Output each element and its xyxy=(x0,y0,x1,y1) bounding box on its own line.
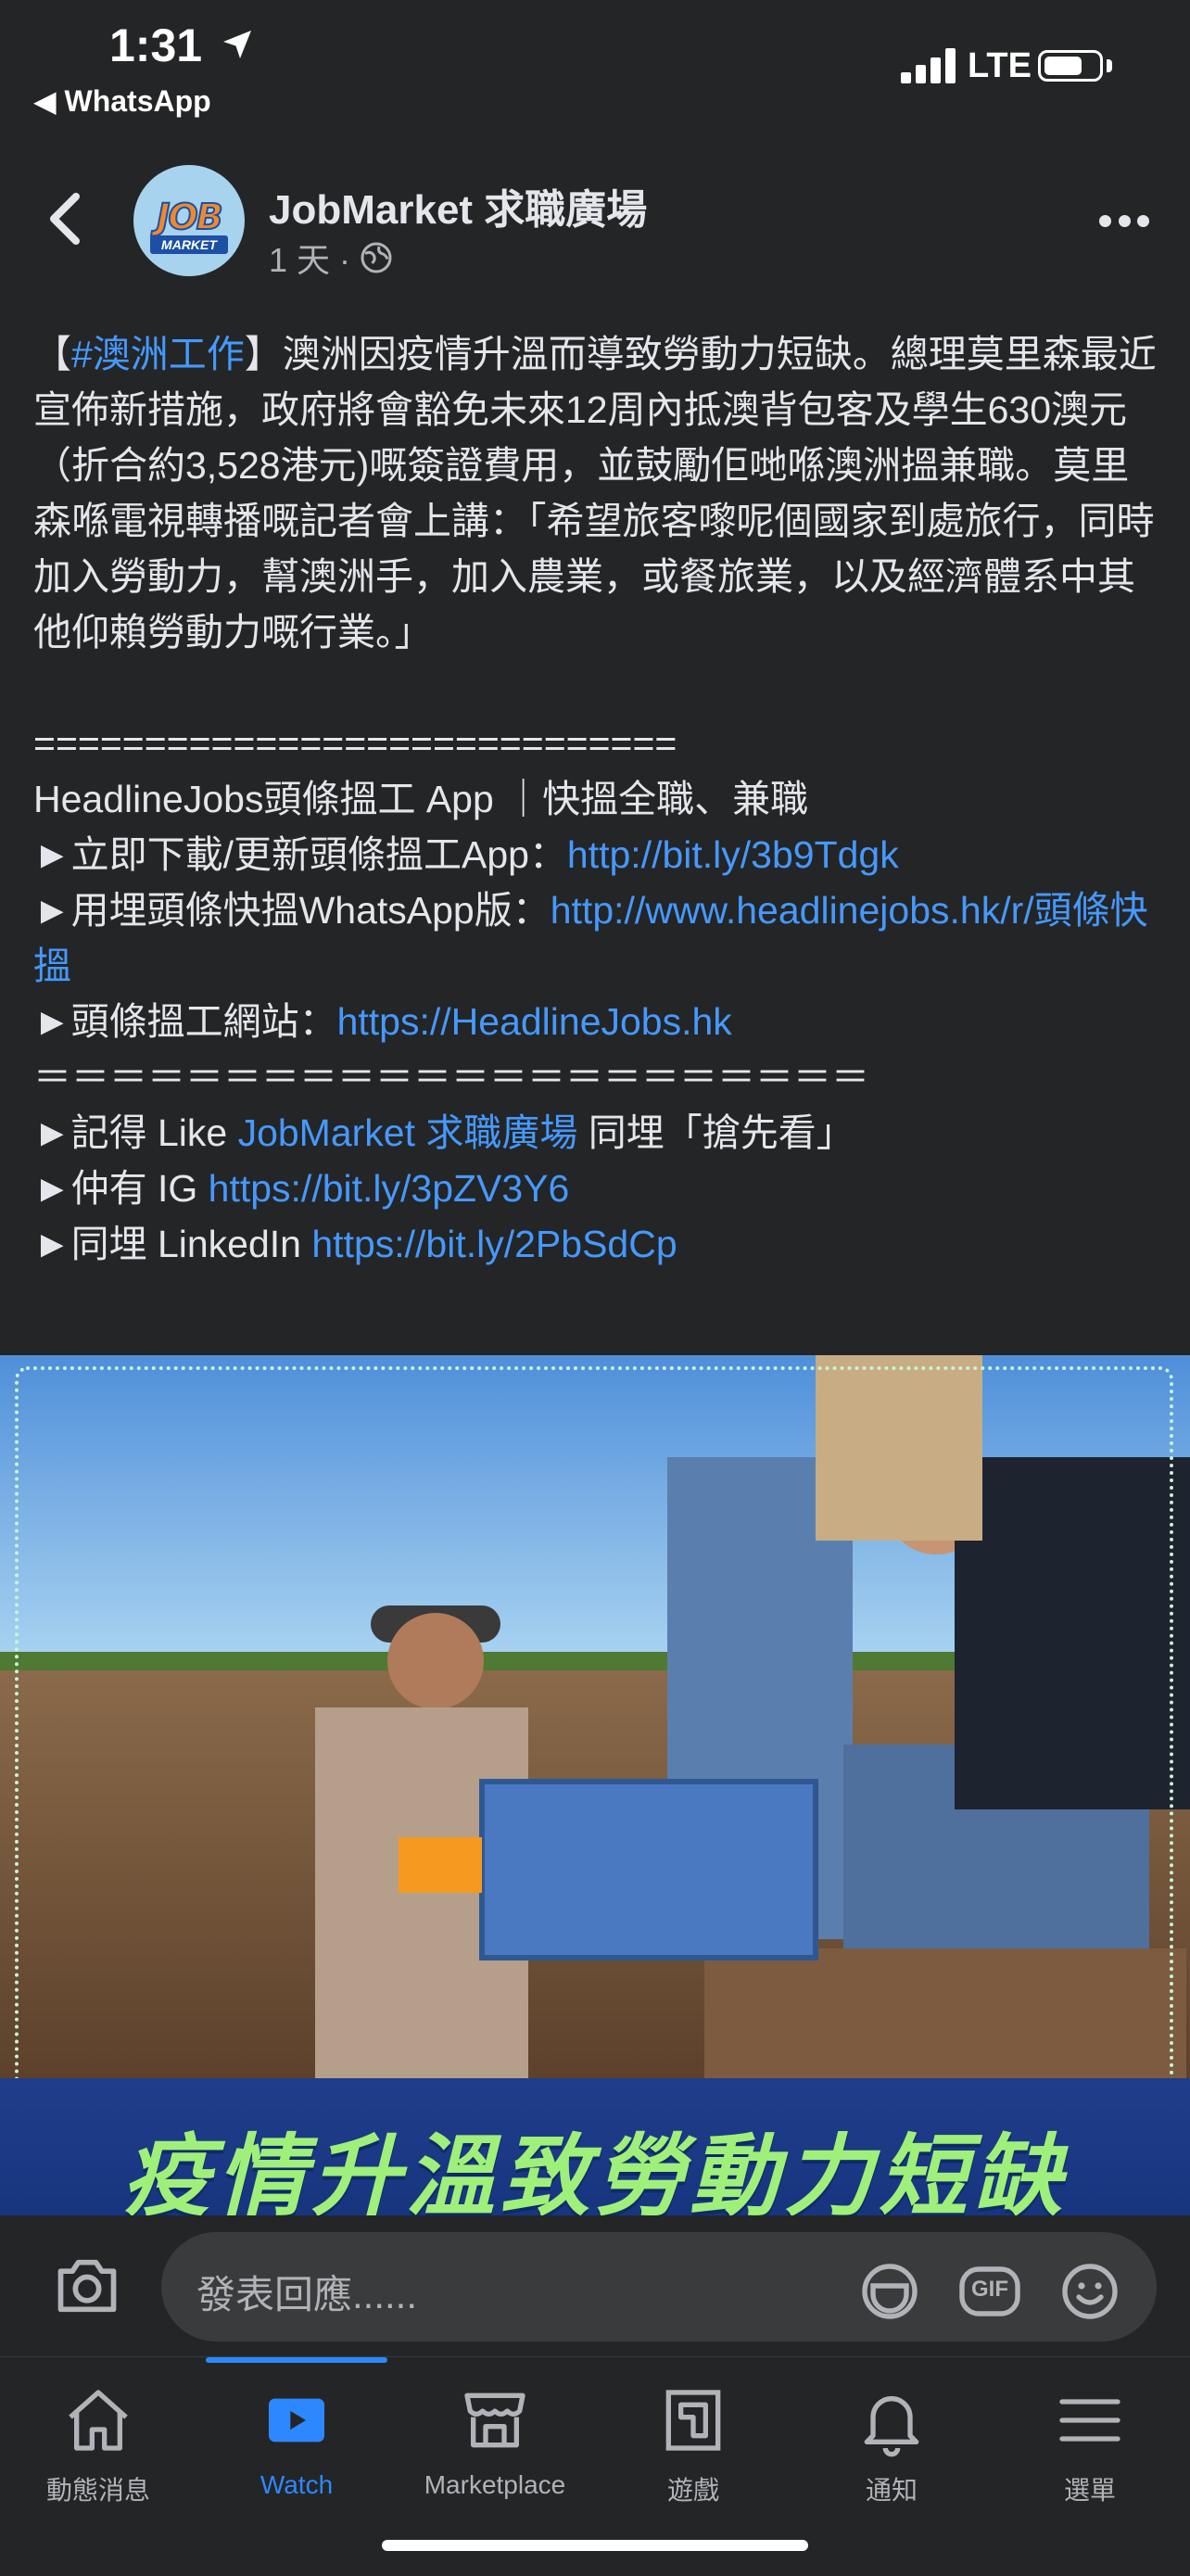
post-image[interactable]: 疫情升溫致勞動力短缺 xyxy=(0,1355,1190,2215)
list-item: ►用埋頭條快搵WhatsApp版：http://www.headlinejobs… xyxy=(33,889,1148,987)
post-paragraph: 【#澳洲工作】澳洲因疫情升溫而導致勞動力短缺。總理莫里森最近宣佈新措施，政府將會… xyxy=(33,333,1157,654)
sticker-icon[interactable] xyxy=(856,2258,923,2325)
website-link[interactable]: https://HeadlineJobs.hk xyxy=(337,1000,732,1043)
gif-label: GIF xyxy=(971,2277,1008,2302)
marketplace-icon xyxy=(464,2392,525,2448)
hashtag-link[interactable]: #澳洲工作 xyxy=(71,333,245,375)
list-item: ►仲有 IG https://bit.ly/3pZV3Y6 xyxy=(33,1167,570,1210)
image-headline: 疫情升溫致勞動力短缺 xyxy=(122,2127,1068,2215)
emoji-icon[interactable] xyxy=(1057,2258,1123,2325)
app-download-link[interactable]: http://bit.ly/3b9Tdgk xyxy=(567,833,899,876)
camera-icon[interactable] xyxy=(52,2251,122,2321)
page-mention-link[interactable]: JobMarket 求職廣場 xyxy=(238,1111,578,1154)
comment-placeholder: 發表回應...... xyxy=(196,2273,418,2316)
page-avatar[interactable]: JOB MARKET xyxy=(133,165,245,276)
avatar-logo-subtext: MARKET xyxy=(150,235,228,254)
tab-news-feed[interactable]: 動態消息 xyxy=(6,2383,191,2522)
gif-icon[interactable]: GIF xyxy=(956,2258,1023,2325)
tab-menu[interactable]: 選單 xyxy=(997,2383,1183,2522)
network-type: LTE xyxy=(968,46,1032,85)
post-body: 【#澳洲工作】澳洲因疫情升溫而導致勞動力短缺。總理莫里森最近宣佈新措施，政府將會… xyxy=(33,326,1157,1272)
list-item: ►記得 Like JobMarket 求職廣場 同埋「搶先看」 xyxy=(33,1111,855,1154)
more-options-button[interactable] xyxy=(1099,215,1149,228)
list-item: ►立即下載/更新頭條搵工App：http://bit.ly/3b9Tdgk xyxy=(33,833,899,876)
status-bar: 1:31 ◀ WhatsApp LTE xyxy=(0,0,1190,130)
location-arrow-icon xyxy=(223,31,251,58)
back-to-whatsapp[interactable]: ◀ WhatsApp xyxy=(33,83,211,119)
tab-notifications[interactable]: 通知 xyxy=(799,2383,984,2522)
status-time: 1:31 xyxy=(109,19,203,71)
post-meta: 1 天 · xyxy=(269,234,393,282)
cellular-signal-icon xyxy=(901,48,960,83)
watch-icon xyxy=(269,2398,324,2443)
separator: ============================= xyxy=(33,722,677,765)
menu-icon xyxy=(1059,2399,1120,2442)
back-chevron-icon[interactable] xyxy=(46,193,83,245)
comment-input[interactable]: 發表回應...... GIF xyxy=(161,2232,1157,2341)
bell-icon xyxy=(864,2396,919,2457)
active-tab-indicator xyxy=(206,2357,387,2363)
comment-bar: 發表回應...... GIF xyxy=(0,2215,1190,2356)
gaming-icon xyxy=(665,2390,721,2451)
tab-marketplace[interactable]: Marketplace xyxy=(402,2383,588,2522)
list-item: ►頭條搵工網站：https://HeadlineJobs.hk xyxy=(33,1000,732,1043)
tab-gaming[interactable]: 遊戲 xyxy=(601,2383,786,2522)
post-time: 1 天 · xyxy=(269,241,351,279)
home-indicator[interactable] xyxy=(382,2540,808,2551)
page-name[interactable]: JobMarket 求職廣場 xyxy=(269,176,647,235)
battery-cap xyxy=(1107,59,1112,72)
linkedin-link[interactable]: https://bit.ly/2PbSdCp xyxy=(311,1223,677,1265)
instagram-link[interactable]: https://bit.ly/3pZV3Y6 xyxy=(209,1167,570,1210)
avatar-logo-text: JOB xyxy=(156,196,223,238)
app-title: HeadlineJobs頭條搵工 App ｜快搵全職、兼職 xyxy=(33,778,809,820)
globe-icon xyxy=(361,242,392,273)
home-icon xyxy=(69,2390,128,2451)
list-item: ►同埋 LinkedIn https://bit.ly/2PbSdCp xyxy=(33,1223,677,1265)
separator: ＝＝＝＝＝＝＝＝＝＝＝＝＝＝＝＝＝＝＝＝＝＝ xyxy=(33,1056,869,1098)
battery-icon xyxy=(1038,50,1103,82)
tab-watch[interactable]: Watch xyxy=(204,2383,389,2522)
